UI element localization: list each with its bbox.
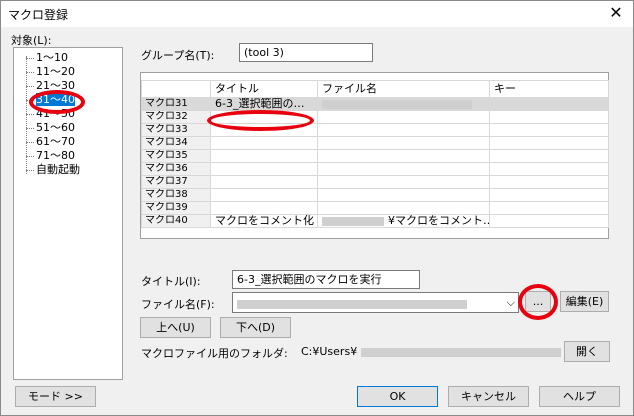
table-row[interactable]: マクロ32 — [141, 110, 609, 124]
cell-key[interactable] — [489, 123, 609, 137]
file-name-combobox[interactable]: ⌵ — [232, 292, 519, 313]
title-input[interactable]: 6-3_選択範囲のマクロを実行 — [232, 270, 420, 289]
cell-title[interactable]: マクロをコメント化 — [210, 214, 318, 228]
cell-file[interactable]: ¥マクロをコメント… — [317, 214, 490, 228]
cell-file[interactable] — [317, 136, 490, 150]
cell-key[interactable] — [489, 188, 609, 202]
row-header: マクロ37 — [141, 175, 211, 189]
tree-node-31-40[interactable]: 31〜40 — [26, 93, 75, 107]
cell-title[interactable] — [210, 188, 318, 202]
cell-key[interactable] — [489, 214, 609, 228]
cell-title[interactable] — [210, 136, 318, 150]
table-row[interactable]: マクロ35 — [141, 149, 609, 163]
grid-header-key[interactable]: キー — [489, 80, 609, 98]
row-header: マクロ36 — [141, 162, 211, 176]
row-header: マクロ40 — [141, 214, 211, 228]
cell-file[interactable] — [317, 188, 490, 202]
row-header: マクロ32 — [141, 110, 211, 124]
cell-key[interactable] — [489, 175, 609, 189]
cell-title[interactable]: 6-3_選択範囲の… — [210, 97, 318, 111]
table-row[interactable]: マクロ37 — [141, 175, 609, 189]
title-label: タイトル(I): — [141, 275, 201, 288]
redacted-path — [322, 99, 472, 109]
macro-folder-label: マクロファイル用のフォルダ: — [141, 347, 288, 360]
row-header: マクロ35 — [141, 149, 211, 163]
tree-node-51-60[interactable]: 51〜60 — [26, 121, 75, 135]
move-up-button[interactable]: 上へ(U) — [140, 317, 211, 338]
browse-button[interactable]: ... — [525, 291, 551, 312]
mode-toggle-button[interactable]: モード >> — [15, 386, 96, 407]
help-button[interactable]: ヘルプ — [539, 386, 620, 407]
title-bar: マクロ登録 ✕ — [1, 1, 633, 27]
cell-title[interactable] — [210, 201, 318, 215]
cell-key[interactable] — [489, 149, 609, 163]
cell-file[interactable] — [317, 123, 490, 137]
table-row[interactable]: マクロ36 — [141, 162, 609, 176]
cell-file[interactable] — [317, 162, 490, 176]
ok-button[interactable]: OK — [357, 386, 438, 407]
tree-node-61-70[interactable]: 61〜70 — [26, 135, 75, 149]
cell-title[interactable] — [210, 110, 318, 124]
move-down-button[interactable]: 下へ(D) — [220, 317, 291, 338]
cancel-button[interactable]: キャンセル — [448, 386, 529, 407]
macro-folder-path: C:¥Users¥ — [301, 345, 562, 358]
cell-file[interactable] — [317, 149, 490, 163]
cell-title[interactable] — [210, 123, 318, 137]
row-header: マクロ38 — [141, 188, 211, 202]
redacted-path — [322, 216, 384, 226]
cell-key[interactable] — [489, 110, 609, 124]
table-row[interactable]: マクロ40 マクロをコメント化 ¥マクロをコメント… — [141, 214, 609, 228]
cell-title[interactable] — [210, 149, 318, 163]
redacted-path — [237, 300, 467, 309]
grid-header-file[interactable]: ファイル名 — [317, 80, 490, 98]
cell-file[interactable] — [317, 110, 490, 124]
edit-button[interactable]: 編集(E) — [560, 291, 609, 312]
table-row[interactable]: マクロ38 — [141, 188, 609, 202]
cell-title[interactable] — [210, 162, 318, 176]
group-name-input[interactable]: (tool 3) — [239, 43, 373, 62]
grid-header-row: タイトル ファイル名 キー — [141, 80, 609, 98]
cell-key[interactable] — [489, 162, 609, 176]
tree-node-21-30[interactable]: 21〜30 — [26, 79, 75, 93]
row-header: マクロ34 — [141, 136, 211, 150]
tree-node-auto-start[interactable]: 自動起動 — [26, 163, 80, 177]
macro-register-dialog: マクロ登録 ✕ 対象(L): 1〜10 11〜20 21〜30 31〜40 41… — [0, 0, 634, 416]
window-title: マクロ登録 — [8, 8, 69, 22]
table-row[interactable]: マクロ33 — [141, 123, 609, 137]
table-row[interactable]: マクロ34 — [141, 136, 609, 150]
cell-file[interactable] — [317, 175, 490, 189]
table-row[interactable]: マクロ31 6-3_選択範囲の… — [141, 97, 609, 111]
open-folder-button[interactable]: 開く — [564, 341, 610, 362]
grid-header-corner — [141, 80, 211, 98]
file-name-label: ファイル名(F): — [141, 298, 215, 311]
row-header: マクロ31 — [141, 97, 211, 111]
chevron-down-icon[interactable]: ⌵ — [507, 294, 515, 311]
cell-file[interactable] — [317, 201, 490, 215]
table-row[interactable]: マクロ39 — [141, 201, 609, 215]
group-name-label: グループ名(T): — [141, 49, 215, 62]
redacted-path — [361, 347, 562, 357]
macro-grid: タイトル ファイル名 キー マクロ31 6-3_選択範囲の… マクロ32 マクロ… — [140, 72, 609, 239]
grid-header-title[interactable]: タイトル — [210, 80, 318, 98]
cell-key[interactable] — [489, 136, 609, 150]
tree-node-1-10[interactable]: 1〜10 — [26, 51, 68, 65]
target-tree[interactable]: 1〜10 11〜20 21〜30 31〜40 41〜50 51〜60 61〜70… — [13, 47, 123, 380]
target-label: 対象(L): — [11, 34, 52, 47]
row-header: マクロ39 — [141, 201, 211, 215]
cell-key[interactable] — [489, 201, 609, 215]
cell-key[interactable] — [489, 97, 609, 111]
cell-title[interactable] — [210, 175, 318, 189]
tree-node-11-20[interactable]: 11〜20 — [26, 65, 75, 79]
row-header: マクロ33 — [141, 123, 211, 137]
cell-file[interactable] — [317, 97, 490, 111]
tree-node-41-50[interactable]: 41〜50 — [26, 107, 75, 121]
tree-node-71-80[interactable]: 71〜80 — [26, 149, 75, 163]
close-icon[interactable]: ✕ — [607, 4, 625, 22]
macro-table: タイトル ファイル名 キー マクロ31 6-3_選択範囲の… マクロ32 マクロ… — [141, 80, 609, 228]
